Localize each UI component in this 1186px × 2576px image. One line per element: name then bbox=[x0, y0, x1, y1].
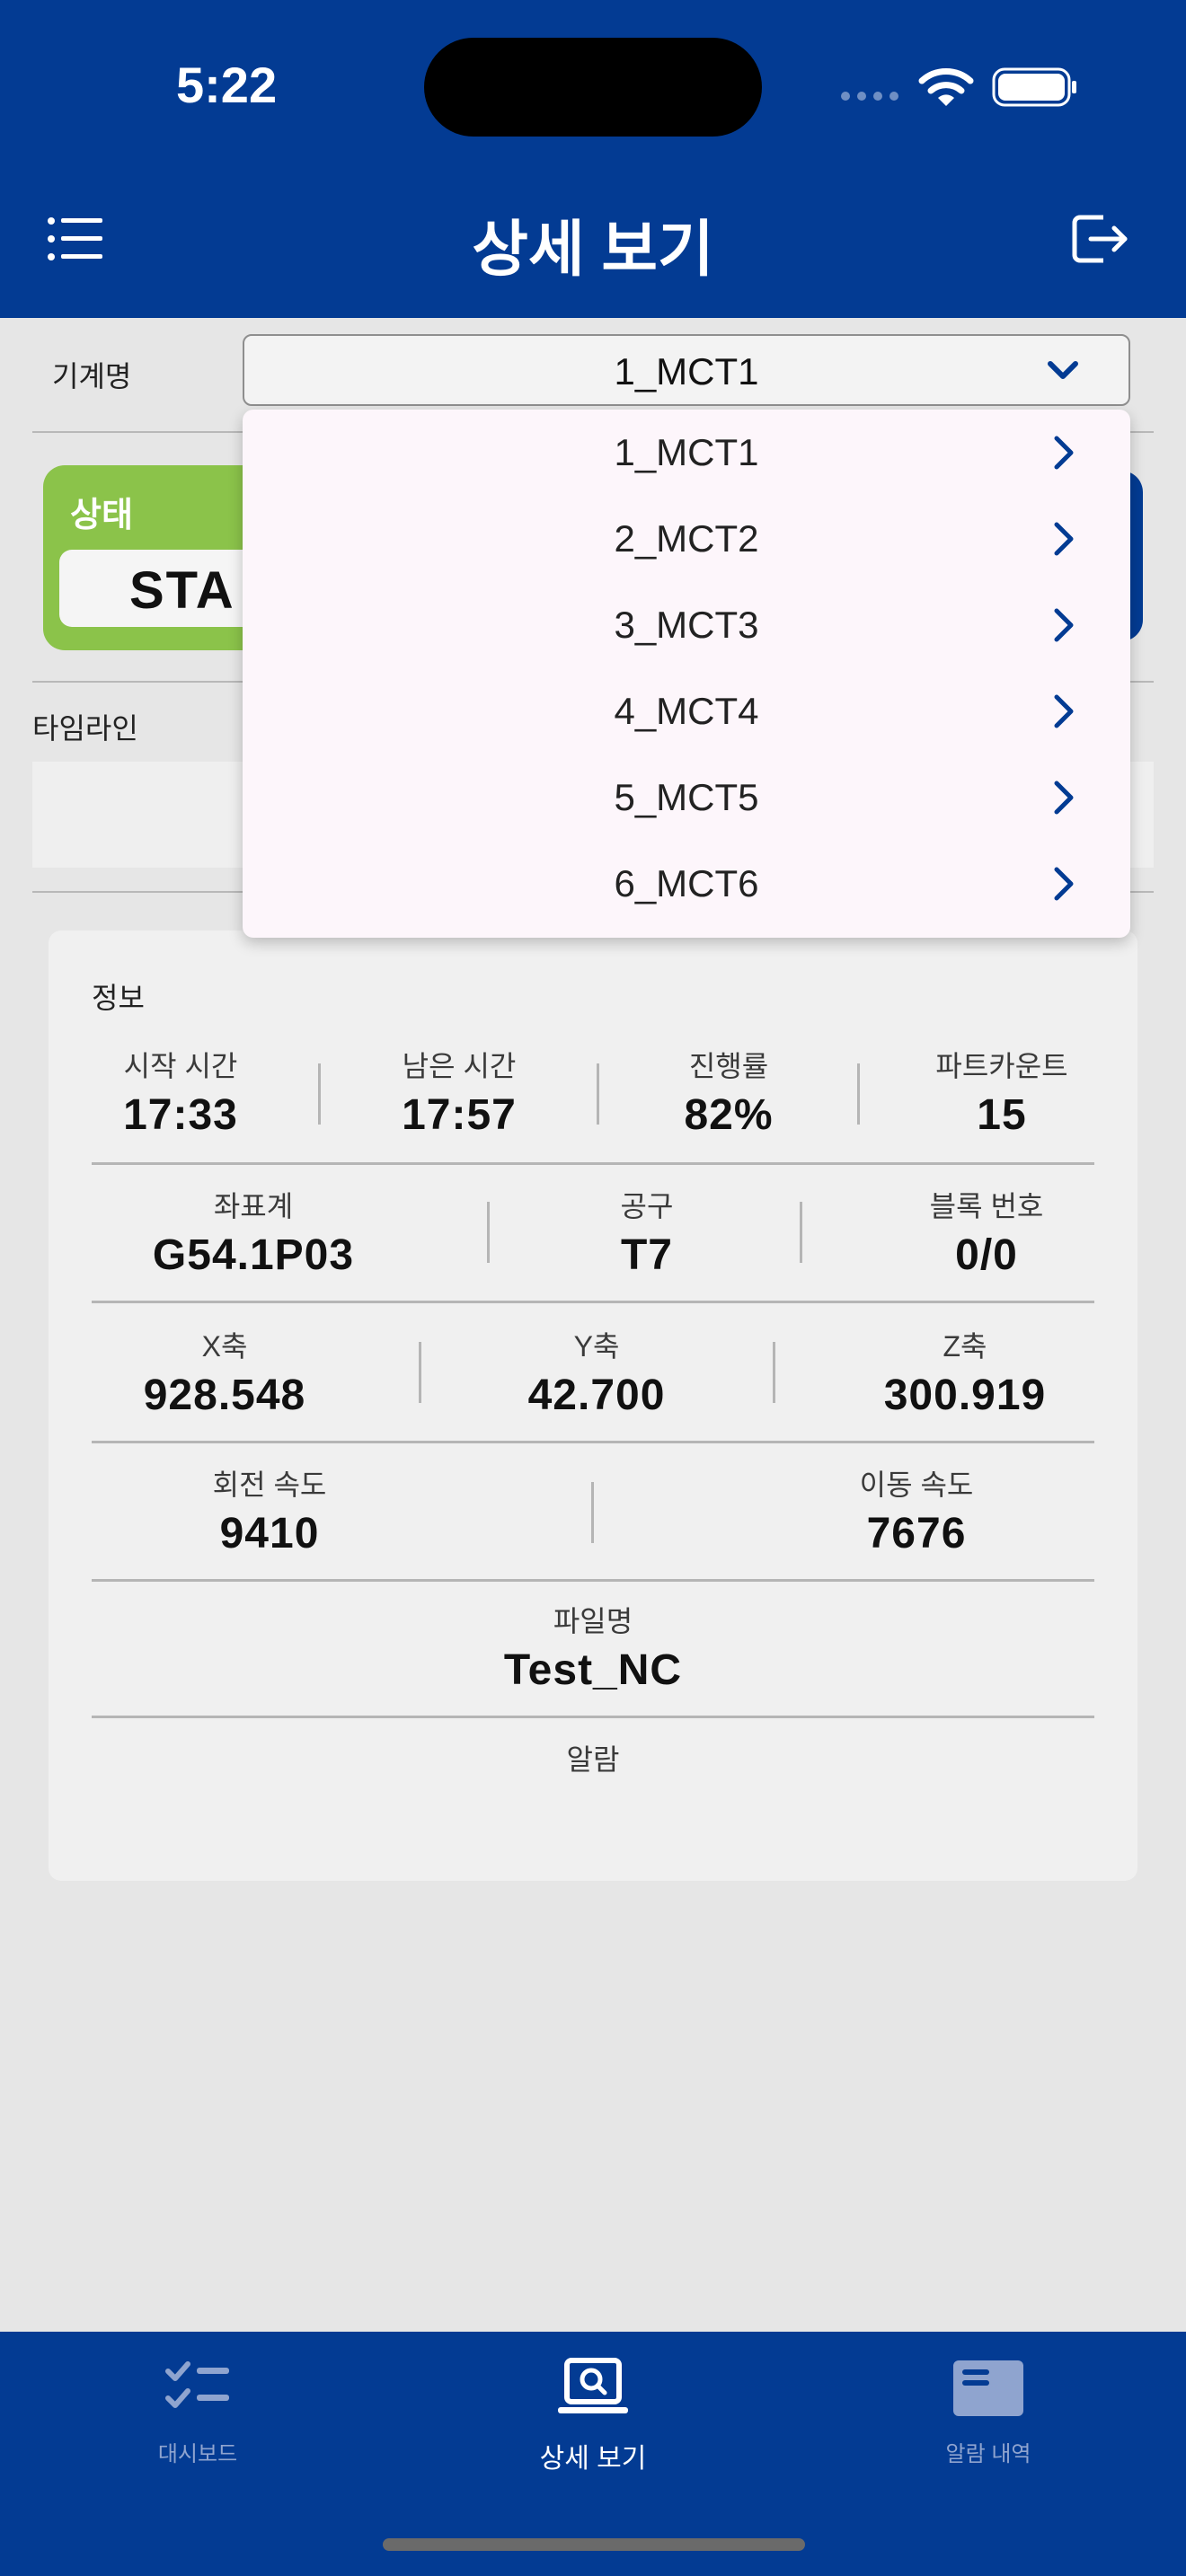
dropdown-option-5[interactable]: 5_MCT5 bbox=[243, 754, 1130, 841]
divider bbox=[597, 1063, 599, 1125]
machine-label: 기계명 bbox=[52, 360, 132, 393]
divider bbox=[92, 1301, 1094, 1303]
feed-speed-label: 이동 속도 bbox=[859, 1469, 974, 1501]
z-axis-label: Z축 bbox=[943, 1330, 987, 1363]
chevron-right-icon bbox=[1054, 436, 1074, 470]
dropdown-option-6[interactable]: 6_MCT6 bbox=[243, 841, 1130, 927]
divider bbox=[773, 1342, 775, 1403]
divider bbox=[92, 1716, 1094, 1718]
file-name-value: Test_NC bbox=[503, 1646, 683, 1694]
info-title: 정보 bbox=[92, 982, 145, 1014]
dropdown-option-label: 4_MCT4 bbox=[614, 690, 759, 732]
block-number-label: 블록 번호 bbox=[929, 1190, 1044, 1222]
dropdown-option-label: 3_MCT3 bbox=[614, 604, 759, 646]
cellular-signal-icon bbox=[841, 92, 904, 104]
start-time-value: 17:33 bbox=[123, 1091, 238, 1139]
coordinate-value: G54.1P03 bbox=[152, 1231, 355, 1279]
checklist-icon bbox=[165, 2361, 229, 2408]
file-name-label: 파일명 bbox=[553, 1605, 633, 1637]
x-axis-label: X축 bbox=[201, 1330, 248, 1363]
part-count-value: 15 bbox=[977, 1091, 1027, 1139]
divider bbox=[800, 1202, 802, 1263]
status-label: 상태 bbox=[70, 497, 133, 534]
y-axis-label: Y축 bbox=[573, 1330, 620, 1363]
dropdown-option-4[interactable]: 4_MCT4 bbox=[243, 668, 1130, 754]
page-title: 상세 보기 bbox=[472, 216, 714, 284]
tool-label: 공구 bbox=[620, 1190, 674, 1222]
chevron-right-icon bbox=[1054, 694, 1074, 728]
nav-alarm-history-label: 알람 내역 bbox=[945, 2442, 1031, 2466]
dropdown-option-label: 2_MCT2 bbox=[614, 517, 759, 560]
x-axis-value: 928.548 bbox=[143, 1372, 306, 1419]
start-time: 시작 시간 17:33 bbox=[90, 1044, 271, 1140]
logout-icon[interactable] bbox=[1071, 212, 1130, 266]
z-axis-value: 300.919 bbox=[883, 1372, 1047, 1419]
chevron-right-icon bbox=[1054, 781, 1074, 815]
chevron-right-icon bbox=[1054, 867, 1074, 901]
tool: 공구 T7 bbox=[557, 1184, 737, 1280]
spindle-speed: 회전 속도 9410 bbox=[162, 1462, 377, 1558]
machine-dropdown: 1_MCT1 2_MCT2 3_MCT3 4_MCT4 5_MCT5 6_MCT… bbox=[243, 410, 1130, 938]
z-axis: Z축 300.919 bbox=[848, 1324, 1082, 1420]
divider bbox=[92, 1162, 1094, 1165]
block-number-value: 0/0 bbox=[955, 1231, 1018, 1279]
dropdown-option-2[interactable]: 2_MCT2 bbox=[243, 496, 1130, 582]
chevron-right-icon bbox=[1054, 522, 1074, 556]
tool-value: T7 bbox=[620, 1231, 673, 1279]
dropdown-option-label: 1_MCT1 bbox=[614, 431, 759, 473]
remaining-time-value: 17:57 bbox=[402, 1091, 517, 1139]
home-indicator bbox=[383, 2538, 805, 2551]
dropdown-option-label: 6_MCT6 bbox=[614, 862, 759, 904]
remaining-time-label: 남은 시간 bbox=[402, 1050, 517, 1082]
divider bbox=[857, 1063, 860, 1125]
progress-label: 진행률 bbox=[688, 1050, 769, 1082]
coordinate-system: 좌표계 G54.1P03 bbox=[108, 1184, 399, 1280]
progress: 진행률 82% bbox=[638, 1044, 819, 1140]
nav-dashboard[interactable]: 대시보드 bbox=[63, 2353, 332, 2467]
nav-dashboard-label: 대시보드 bbox=[157, 2442, 238, 2466]
dropdown-option-3[interactable]: 3_MCT3 bbox=[243, 582, 1130, 668]
dropdown-option-label: 5_MCT5 bbox=[614, 776, 759, 818]
feed-speed: 이동 속도 7676 bbox=[809, 1462, 1024, 1558]
status-bar-time: 5:22 bbox=[176, 57, 278, 113]
nav-detail[interactable]: 상세 보기 bbox=[458, 2353, 728, 2475]
file-name: 파일명 Test_NC bbox=[377, 1599, 809, 1695]
laptop-search-icon bbox=[558, 2358, 628, 2413]
divider bbox=[419, 1342, 421, 1403]
start-time-label: 시작 시간 bbox=[123, 1050, 238, 1082]
divider bbox=[92, 1579, 1094, 1582]
chevron-right-icon bbox=[1054, 608, 1074, 642]
divider bbox=[591, 1482, 594, 1543]
progress-value: 82% bbox=[684, 1091, 774, 1139]
timeline-label: 타임라인 bbox=[32, 712, 138, 745]
part-count: 파트카운트 15 bbox=[907, 1044, 1096, 1140]
y-axis-value: 42.700 bbox=[527, 1372, 666, 1419]
divider bbox=[92, 1441, 1094, 1443]
alarm-label: 알람 bbox=[566, 1743, 620, 1776]
x-axis: X축 928.548 bbox=[108, 1324, 341, 1420]
machine-select-value: 1_MCT1 bbox=[614, 350, 759, 393]
nav-detail-label: 상세 보기 bbox=[539, 2444, 647, 2474]
wifi-icon bbox=[918, 68, 974, 106]
part-count-label: 파트카운트 bbox=[935, 1050, 1068, 1082]
spindle-speed-label: 회전 속도 bbox=[212, 1469, 327, 1501]
spindle-speed-value: 9410 bbox=[219, 1510, 320, 1557]
remaining-time: 남은 시간 17:57 bbox=[368, 1044, 550, 1140]
divider bbox=[487, 1202, 490, 1263]
block-number: 블록 번호 0/0 bbox=[881, 1184, 1093, 1280]
status-value: STA bbox=[129, 561, 235, 620]
feed-speed-value: 7676 bbox=[866, 1510, 967, 1557]
alarm: 알람 bbox=[377, 1737, 809, 1778]
divider bbox=[318, 1063, 321, 1125]
y-axis: Y축 42.700 bbox=[480, 1324, 713, 1420]
dynamic-island bbox=[424, 38, 762, 137]
machine-select[interactable]: 1_MCT1 bbox=[243, 334, 1130, 406]
coordinate-label: 좌표계 bbox=[213, 1190, 294, 1222]
battery-icon bbox=[992, 67, 1076, 107]
card-icon bbox=[953, 2360, 1023, 2416]
chevron-down-icon bbox=[1048, 361, 1078, 379]
dropdown-option-1[interactable]: 1_MCT1 bbox=[243, 410, 1130, 496]
nav-alarm-history[interactable]: 알람 내역 bbox=[854, 2353, 1123, 2467]
